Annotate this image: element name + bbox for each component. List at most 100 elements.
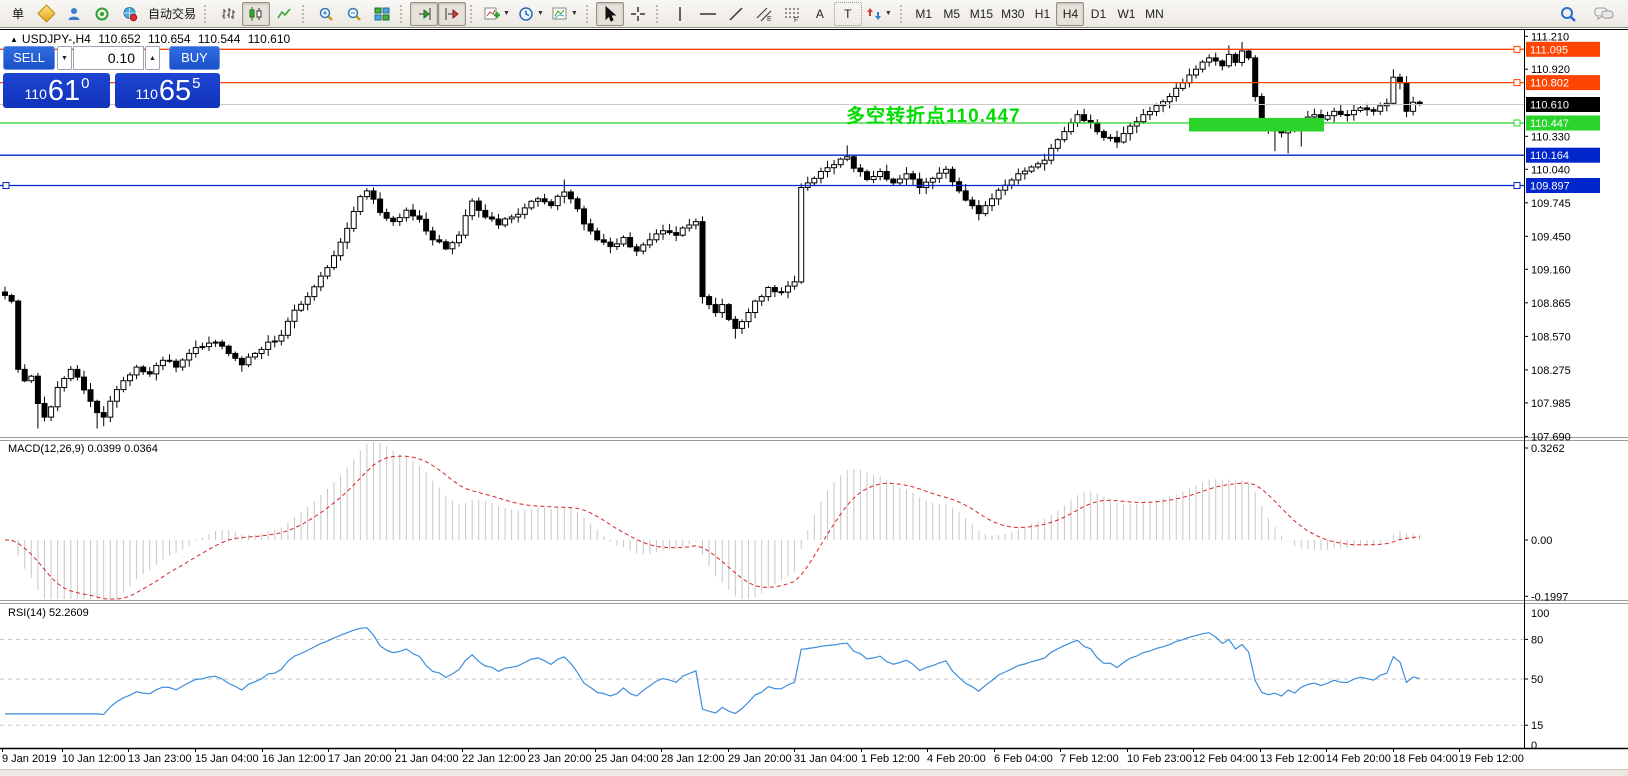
timeframe-m15[interactable]: M15	[966, 2, 997, 26]
volume-decrease-button[interactable]: ▼	[57, 46, 72, 70]
svg-text:110.040: 110.040	[1531, 164, 1570, 176]
svg-text:6 Feb 04:00: 6 Feb 04:00	[994, 753, 1053, 765]
macd-histogram	[5, 442, 1420, 599]
vertical-line-icon	[673, 6, 687, 22]
template-icon	[552, 6, 568, 22]
symbol-period: USDJPY-,H4	[22, 32, 91, 46]
indicators-button[interactable]: ▼	[480, 2, 514, 26]
dropdown-caret-icon: ▼	[885, 10, 892, 17]
timeframe-h1[interactable]: H1	[1028, 2, 1056, 26]
chart-candles-button[interactable]	[242, 2, 270, 26]
vertical-line-tool[interactable]	[666, 2, 694, 26]
community-button[interactable]	[60, 2, 88, 26]
svg-text:109.160: 109.160	[1531, 264, 1571, 276]
svg-text:25 Jan 04:00: 25 Jan 04:00	[595, 753, 659, 765]
signals-button[interactable]	[88, 2, 116, 26]
pivot-rectangle-object[interactable]	[1189, 118, 1324, 132]
chart-title: ▲USDJPY-,H4 110.652 110.654 110.544 110.…	[10, 32, 294, 46]
svg-text:100: 100	[1531, 608, 1549, 620]
timeframe-group: M1M5M15M30H1H4D1W1MN	[910, 2, 1169, 26]
svg-text:31 Jan 04:00: 31 Jan 04:00	[794, 753, 858, 765]
svg-text:-0.1997: -0.1997	[1531, 591, 1568, 603]
cursor-arrow-icon	[602, 6, 618, 22]
chart-canvas[interactable]: 111.210110.920110.330110.040109.745109.4…	[0, 0, 1628, 776]
search-button[interactable]	[1554, 2, 1582, 26]
trendline-tool[interactable]	[722, 2, 750, 26]
buy-button[interactable]: BUY	[169, 46, 220, 70]
crosshair-button[interactable]	[624, 2, 652, 26]
svg-text:50: 50	[1531, 674, 1543, 686]
svg-text:10 Feb 23:00: 10 Feb 23:00	[1127, 753, 1192, 765]
timeframe-m1[interactable]: M1	[910, 2, 938, 26]
metaeditor-icon	[37, 4, 55, 22]
svg-text:18 Feb 04:00: 18 Feb 04:00	[1393, 753, 1458, 765]
tile-windows-button[interactable]	[368, 2, 396, 26]
timeframe-m5[interactable]: M5	[938, 2, 966, 26]
mt4-window: { "toolbar": { "order_label": "单", "auto…	[0, 0, 1628, 776]
svg-text:28 Jan 12:00: 28 Jan 12:00	[661, 753, 725, 765]
svg-text:108.570: 108.570	[1531, 331, 1571, 343]
timeframe-w1[interactable]: W1	[1112, 2, 1140, 26]
fibonacci-tool[interactable]: F	[778, 2, 806, 26]
auto-scroll-button[interactable]	[410, 2, 438, 26]
svg-text:109.450: 109.450	[1531, 231, 1571, 243]
svg-text:111.095: 111.095	[1530, 44, 1568, 56]
volume-input[interactable]	[73, 46, 144, 70]
chart-bars-button[interactable]	[214, 2, 242, 26]
person-icon	[66, 6, 82, 22]
market-button[interactable]	[116, 2, 144, 26]
chat-button[interactable]	[1590, 2, 1618, 26]
chart-line-button[interactable]	[270, 2, 298, 26]
svg-text:F: F	[794, 17, 798, 22]
dropdown-caret-icon: ▼	[503, 10, 510, 17]
svg-text:110.164: 110.164	[1530, 150, 1569, 162]
horizontal-line-tool[interactable]	[694, 2, 722, 26]
svg-text:7 Feb 12:00: 7 Feb 12:00	[1060, 753, 1119, 765]
svg-text:13 Feb 12:00: 13 Feb 12:00	[1260, 753, 1325, 765]
text-tool[interactable]: A	[806, 2, 834, 26]
sell-price-display[interactable]: 110610	[3, 73, 110, 108]
line-chart-icon	[276, 6, 292, 22]
ohlc-open: 110.652	[98, 32, 141, 46]
svg-text:15 Jan 04:00: 15 Jan 04:00	[195, 753, 259, 765]
svg-text:109.745: 109.745	[1531, 198, 1571, 210]
autotrading-button[interactable]: 自动交易	[144, 2, 200, 26]
clock-icon	[518, 6, 534, 22]
periods-button[interactable]: ▼	[514, 2, 548, 26]
toolbar-separator	[586, 5, 592, 23]
zoom-in-icon	[318, 6, 334, 22]
svg-text:108.275: 108.275	[1531, 365, 1571, 377]
timeframe-d1[interactable]: D1	[1084, 2, 1112, 26]
buy-price-big: 65	[159, 77, 191, 106]
svg-text:109.897: 109.897	[1530, 181, 1570, 193]
new-order-button[interactable]: 单	[4, 2, 32, 26]
globe-icon	[122, 6, 138, 22]
svg-text:80: 80	[1531, 634, 1543, 646]
timeframe-mn[interactable]: MN	[1140, 2, 1168, 26]
sell-button[interactable]: SELL	[3, 46, 55, 70]
volume-increase-button[interactable]: ▲	[145, 46, 160, 70]
zoom-out-button[interactable]	[340, 2, 368, 26]
svg-text:14 Feb 20:00: 14 Feb 20:00	[1326, 753, 1391, 765]
svg-text:111.210: 111.210	[1531, 31, 1569, 43]
timeframe-m30[interactable]: M30	[997, 2, 1028, 26]
cursor-button[interactable]	[596, 2, 624, 26]
svg-text:16 Jan 12:00: 16 Jan 12:00	[262, 753, 326, 765]
chart-shift-button[interactable]	[438, 2, 466, 26]
buy-price-display[interactable]: 110655	[115, 73, 220, 108]
window-bottom-edge	[0, 769, 1628, 776]
svg-text:23 Jan 20:00: 23 Jan 20:00	[528, 753, 592, 765]
arrows-tool[interactable]: ▼	[862, 2, 896, 26]
zoom-in-button[interactable]	[312, 2, 340, 26]
candlestick-icon	[248, 6, 264, 22]
templates-button[interactable]: ▼	[548, 2, 582, 26]
metaeditor-button[interactable]	[32, 2, 60, 26]
svg-text:4 Feb 20:00: 4 Feb 20:00	[927, 753, 986, 765]
tile-windows-icon	[374, 6, 390, 22]
zoom-out-icon	[346, 6, 362, 22]
text-label-tool[interactable]: T	[834, 2, 862, 26]
channel-tool[interactable]: E	[750, 2, 778, 26]
timeframe-h4[interactable]: H4	[1056, 2, 1084, 26]
rsi-line	[5, 628, 1420, 715]
chat-bubble-icon	[1594, 6, 1614, 22]
